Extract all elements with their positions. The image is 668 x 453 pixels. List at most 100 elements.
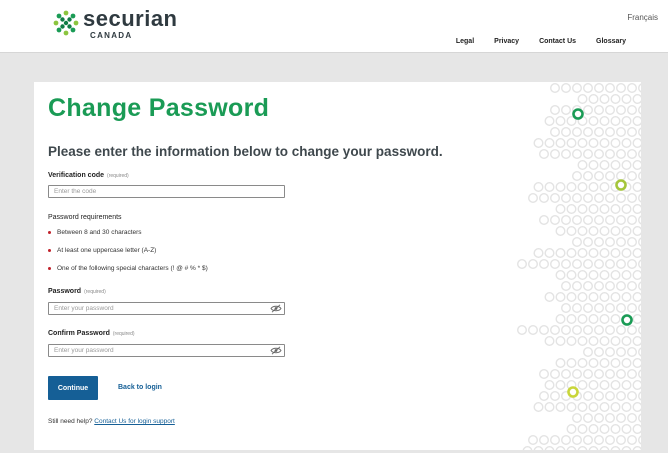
pattern-dot bbox=[582, 214, 593, 225]
pattern-dot bbox=[561, 82, 572, 94]
pattern-dot bbox=[599, 159, 610, 170]
pattern-dot bbox=[572, 369, 583, 380]
pattern-dot bbox=[621, 402, 632, 413]
pattern-dot bbox=[626, 369, 637, 380]
help-text: Still need help? Contact Us for login su… bbox=[48, 418, 175, 425]
pattern-dot bbox=[638, 237, 641, 247]
pattern-dot bbox=[610, 446, 621, 450]
password-requirements-list: Between 8 and 30 characters At least one… bbox=[48, 229, 208, 283]
nav-link-privacy[interactable]: Privacy bbox=[494, 38, 519, 45]
pattern-dot bbox=[588, 291, 599, 302]
pattern-dot bbox=[626, 236, 637, 247]
pattern-dot bbox=[577, 225, 588, 236]
pattern-dot bbox=[610, 358, 621, 369]
pattern-dot bbox=[582, 302, 593, 313]
pattern-dot bbox=[582, 192, 593, 203]
pattern-dot bbox=[561, 214, 572, 225]
pattern-dot bbox=[550, 82, 561, 94]
pattern-dot bbox=[610, 424, 621, 435]
pattern-dot bbox=[550, 435, 561, 446]
pattern-dot bbox=[550, 105, 561, 116]
verification-code-input[interactable] bbox=[48, 185, 285, 198]
pattern-dot bbox=[561, 192, 572, 203]
pattern-dot bbox=[577, 424, 588, 435]
pattern-dot bbox=[582, 280, 593, 291]
pattern-dot bbox=[626, 105, 637, 116]
pattern-dot bbox=[632, 402, 641, 412]
pattern-dot bbox=[544, 116, 555, 127]
pattern-dot bbox=[599, 247, 610, 258]
pattern-dot bbox=[615, 435, 626, 446]
password-input[interactable] bbox=[48, 302, 285, 315]
pattern-dot bbox=[533, 247, 544, 258]
pattern-dot bbox=[555, 380, 566, 391]
pattern-dot bbox=[572, 236, 583, 247]
pattern-dot bbox=[615, 127, 626, 138]
page-subtitle: Please enter the information below to ch… bbox=[48, 144, 443, 159]
language-link[interactable]: Français bbox=[627, 13, 658, 22]
pattern-dot bbox=[593, 324, 604, 335]
pattern-dot bbox=[539, 391, 550, 402]
pattern-dot bbox=[544, 181, 555, 192]
pattern-dot bbox=[577, 138, 588, 149]
pattern-dot bbox=[604, 435, 615, 446]
pattern-dot bbox=[621, 291, 632, 302]
pattern-dot bbox=[621, 424, 632, 435]
top-nav: Legal Privacy Contact Us Glossary bbox=[456, 38, 626, 45]
pattern-dot bbox=[632, 380, 641, 390]
pattern-dot bbox=[593, 413, 604, 424]
pattern-dot bbox=[615, 82, 626, 94]
pattern-dot bbox=[555, 247, 566, 258]
pattern-dot bbox=[582, 258, 593, 269]
pattern-dot bbox=[599, 424, 610, 435]
pattern-dot bbox=[582, 148, 593, 159]
pattern-dot bbox=[604, 192, 615, 203]
pattern-dot bbox=[561, 324, 572, 335]
contact-support-link[interactable]: Contact Us for login support bbox=[94, 418, 175, 425]
eye-slash-icon[interactable] bbox=[270, 304, 282, 313]
required-tag: (required) bbox=[107, 173, 129, 179]
decorative-dot-pattern bbox=[516, 82, 641, 450]
pattern-dot bbox=[582, 127, 593, 138]
pattern-dot bbox=[588, 424, 599, 435]
pattern-dot bbox=[561, 435, 572, 446]
pattern-dot bbox=[577, 203, 588, 214]
pattern-dot bbox=[566, 181, 577, 192]
pattern-dot bbox=[615, 170, 626, 181]
continue-button[interactable]: Continue bbox=[48, 376, 98, 400]
pattern-dot bbox=[621, 225, 632, 236]
pattern-dot bbox=[544, 402, 555, 413]
pattern-dot bbox=[555, 225, 566, 236]
pattern-dot bbox=[544, 291, 555, 302]
pattern-dot bbox=[544, 380, 555, 391]
pattern-dot bbox=[621, 358, 632, 369]
pattern-dot bbox=[615, 413, 626, 424]
pattern-dot bbox=[582, 236, 593, 247]
pattern-dot bbox=[577, 446, 588, 450]
pattern-dot bbox=[621, 446, 632, 450]
eye-slash-icon[interactable] bbox=[270, 346, 282, 355]
pattern-dot bbox=[593, 170, 604, 181]
pattern-dot bbox=[604, 280, 615, 291]
pattern-dot bbox=[638, 105, 641, 115]
pattern-dot bbox=[638, 127, 641, 137]
nav-link-contact-us[interactable]: Contact Us bbox=[539, 38, 576, 45]
pattern-dot bbox=[582, 413, 593, 424]
pattern-dot bbox=[610, 247, 621, 258]
nav-link-glossary[interactable]: Glossary bbox=[596, 38, 626, 45]
pattern-dot bbox=[522, 446, 533, 450]
pattern-dot bbox=[555, 335, 566, 346]
back-to-login-link[interactable]: Back to login bbox=[118, 384, 162, 391]
pattern-dot bbox=[566, 291, 577, 302]
nav-link-legal[interactable]: Legal bbox=[456, 38, 474, 45]
pattern-dot bbox=[621, 380, 632, 391]
pattern-dot bbox=[638, 369, 641, 379]
password-label: Password (required) bbox=[48, 288, 106, 295]
pattern-dot bbox=[599, 291, 610, 302]
pattern-dot bbox=[572, 324, 583, 335]
confirm-password-input[interactable] bbox=[48, 344, 285, 357]
pattern-dot bbox=[621, 335, 632, 346]
pattern-dot bbox=[610, 225, 621, 236]
pattern-dot bbox=[604, 236, 615, 247]
pattern-dot bbox=[533, 181, 544, 192]
